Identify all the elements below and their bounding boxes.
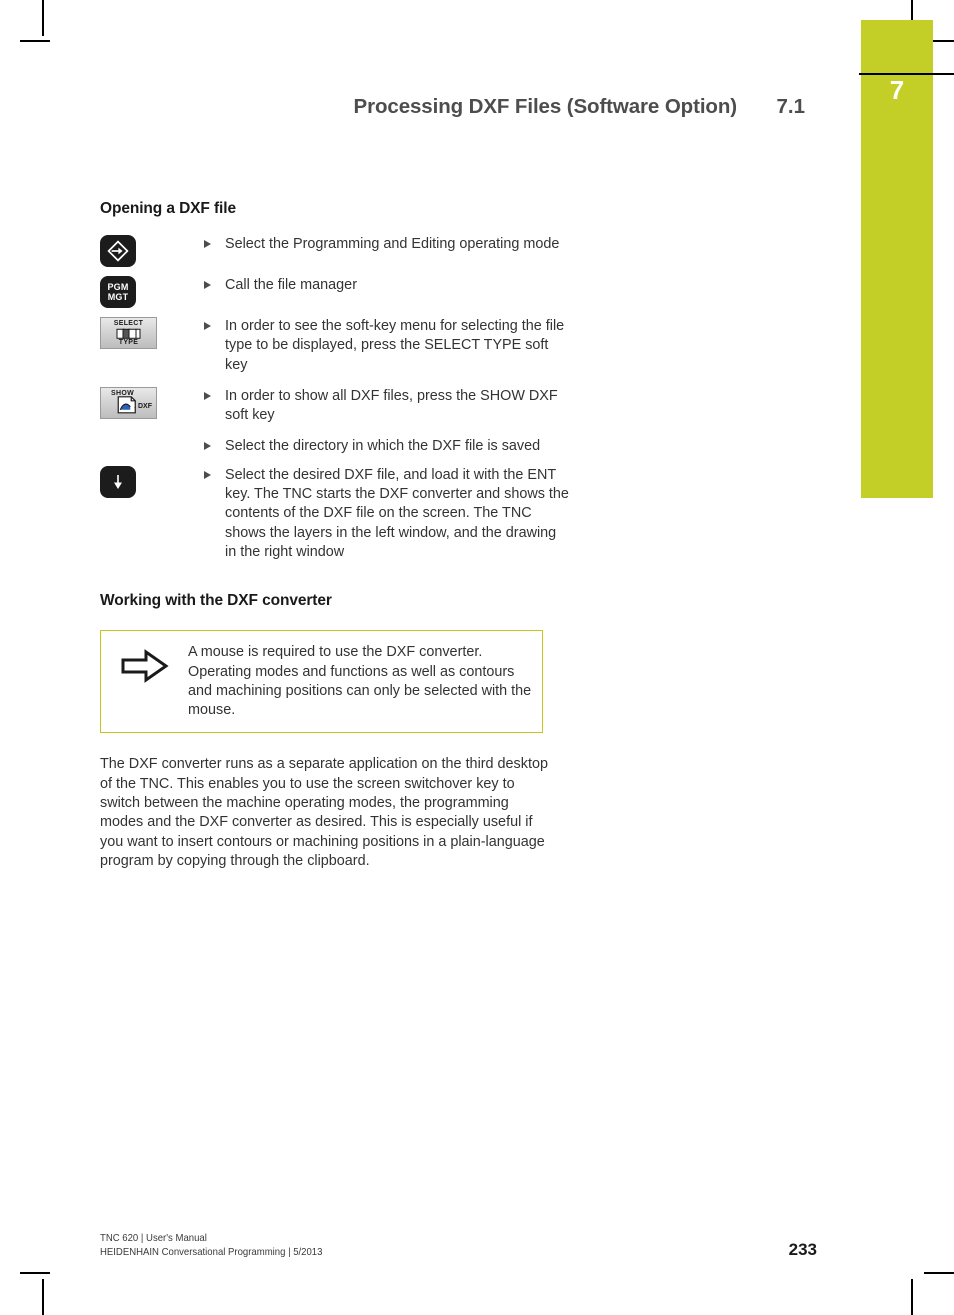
step-text: Call the file manager	[225, 277, 357, 293]
crop-mark-top-left-horizontal	[20, 40, 50, 42]
bullet-cell	[203, 235, 225, 248]
select-type-softkey-icon	[116, 328, 140, 339]
opening-steps-list: Select the Programming and Editing opera…	[100, 235, 570, 562]
bullet-marker	[204, 240, 211, 248]
ent-key-icon	[114, 474, 122, 489]
step-text: In order to show all DXF files, press th…	[225, 387, 558, 424]
pgm-mgt-key-icon: PGM MGT	[100, 282, 136, 302]
pgm-mgt-key[interactable]: PGM MGT	[100, 276, 136, 308]
crop-mark-bottom-left-vertical	[42, 1279, 44, 1315]
bullet-cell	[203, 437, 225, 451]
step-text: Select the desired DXF file, and load it…	[225, 466, 569, 560]
bullet-marker	[204, 442, 211, 451]
note-text: A mouse is required to use the DXF conve…	[188, 644, 532, 719]
key-cell	[100, 235, 203, 267]
bullet-cell	[203, 387, 225, 400]
crop-mark-bottom-right-vertical	[911, 1279, 913, 1315]
footer-line-1: TNC 620 | User's Manual	[100, 1233, 207, 1244]
page-content: Opening a DXF file Select the Programmin…	[100, 200, 570, 871]
bullet-marker	[204, 391, 211, 400]
show-dxf-softkey[interactable]: SHOW . DXF	[100, 386, 157, 419]
step-item: SHOW . DXF In order to show all DXF file…	[100, 386, 570, 426]
bullet-cell	[203, 466, 225, 479]
header-rule	[859, 73, 954, 75]
crop-mark-bottom-left-horizontal	[20, 1272, 50, 1274]
select-type-softkey[interactable]: SELECT TYPE	[100, 317, 157, 349]
manual-page: 7 Processing DXF Files (Software Option)…	[0, 0, 954, 1315]
page-footer: TNC 620 | User's Manual HEIDENHAIN Conve…	[100, 1232, 835, 1272]
crop-mark-bottom-right-horizontal	[924, 1272, 954, 1274]
page-number: 233	[788, 1240, 817, 1259]
bullet-marker	[204, 281, 211, 289]
page-header: Processing DXF Files (Software Option) 7…	[100, 95, 835, 131]
bullet-cell	[203, 276, 225, 289]
step-text: Select the directory in which the DXF fi…	[225, 438, 541, 455]
step-item: Select the Programming and Editing opera…	[100, 235, 570, 267]
chapter-tab: 7	[861, 20, 933, 498]
body-paragraph: The DXF converter runs as a separate app…	[100, 756, 548, 869]
section-number: 7.1	[776, 95, 806, 118]
show-dxf-side-label: . DXF	[134, 402, 152, 410]
heading-opening-a-dxf-file: Opening a DXF file	[100, 200, 236, 217]
note-box: A mouse is required to use the DXF conve…	[100, 630, 543, 734]
key-cell: SELECT TYPE	[100, 317, 203, 349]
pgm-mgt-line1: PGM	[107, 282, 129, 292]
key-cell	[100, 465, 203, 498]
crop-mark-top-left-vertical	[42, 0, 44, 36]
chapter-number: 7	[889, 75, 905, 105]
step-item: PGM MGT Call the file manager	[100, 276, 570, 308]
programming-editing-mode-icon	[107, 240, 129, 262]
note-icon-cell	[101, 643, 188, 684]
page-title: Processing DXF Files (Software Option)	[353, 95, 738, 118]
select-type-bottom-label: TYPE	[118, 339, 139, 346]
heading-working-with-the-dxf-converter: Working with the DXF converter	[100, 592, 332, 610]
step-item: SELECT TYPE In order to see the soft-key…	[100, 317, 570, 375]
bullet-marker	[204, 470, 211, 479]
step-text: Select the Programming and Editing opera…	[225, 236, 560, 252]
key-cell: SHOW . DXF	[100, 386, 203, 419]
bullet-marker	[204, 322, 211, 330]
key-cell-empty	[100, 437, 203, 438]
key-cell: PGM MGT	[100, 276, 203, 308]
step-text: In order to see the soft-key menu for se…	[225, 318, 565, 373]
pgm-mgt-line2: MGT	[107, 292, 129, 302]
step-item: Select the directory in which the DXF fi…	[100, 437, 570, 456]
ent-key[interactable]	[100, 465, 136, 498]
step-item: Select the desired DXF file, and load it…	[100, 465, 570, 562]
programming-editing-mode-key[interactable]	[100, 235, 136, 267]
arrow-right-outline-icon	[121, 649, 169, 684]
footer-text: TNC 620 | User's Manual HEIDENHAIN Conve…	[100, 1232, 322, 1259]
bullet-cell	[203, 317, 225, 330]
footer-line-2: HEIDENHAIN Conversational Programming | …	[100, 1246, 323, 1258]
